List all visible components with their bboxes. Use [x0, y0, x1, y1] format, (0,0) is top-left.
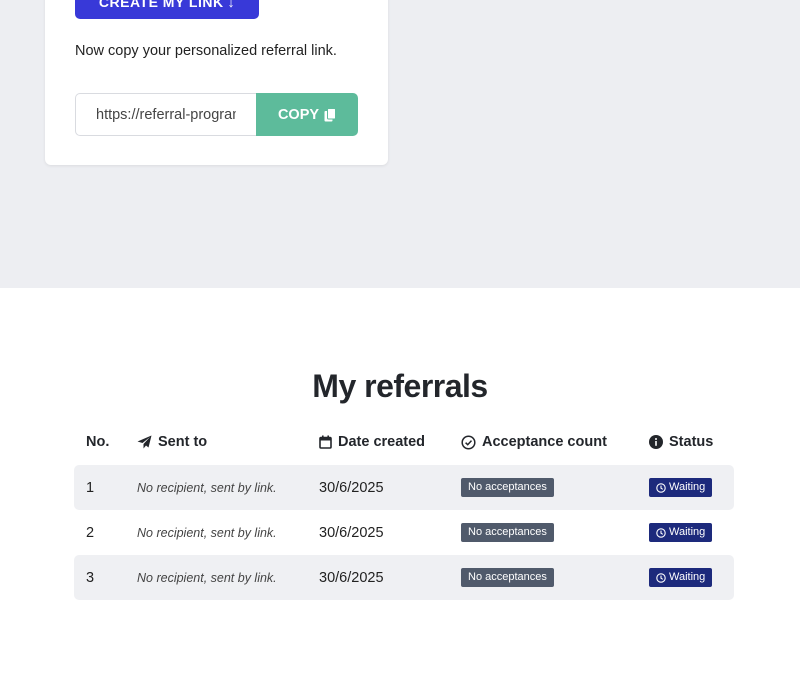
check-circle-icon — [461, 434, 476, 450]
column-header-status: Status — [649, 434, 713, 450]
column-label-status: Status — [669, 434, 714, 450]
column-label-acceptance-count: Acceptance count — [482, 434, 607, 450]
copy-button[interactable]: COPY — [256, 93, 358, 136]
status-badge: Waiting — [649, 478, 713, 497]
row-date: 30/6/2025 — [319, 524, 384, 541]
table-row: 3 No recipient, sent by link. 30/6/2025 … — [74, 555, 734, 600]
acceptance-badge: No acceptances — [461, 568, 554, 587]
column-header-sent-to: Sent to — [137, 434, 207, 450]
copy-icon — [324, 107, 337, 122]
acceptance-badge: No acceptances — [461, 523, 554, 542]
row-date: 30/6/2025 — [319, 479, 384, 496]
create-my-link-label: CREATE MY LINK — [98, 0, 224, 10]
copy-button-label: COPY — [277, 106, 320, 123]
row-status: Waiting — [649, 510, 713, 555]
referral-link-card: CREATE MY LINK ↓ Now copy your personaliz… — [45, 0, 388, 165]
clock-icon — [656, 482, 666, 493]
column-label-no: No. — [86, 434, 110, 450]
create-my-link-button[interactable]: CREATE MY LINK ↓ — [75, 0, 259, 19]
row-recipient: No recipient, sent by link. — [137, 525, 277, 540]
row-acceptance: No acceptances — [461, 555, 554, 600]
column-label-date-created: Date created — [338, 434, 426, 450]
status-label: Waiting — [669, 571, 706, 583]
info-circle-icon — [649, 435, 663, 449]
column-header-date-created: Date created — [319, 434, 425, 450]
paper-plane-icon — [137, 435, 152, 449]
row-acceptance: No acceptances — [461, 510, 554, 555]
referral-link-input[interactable] — [75, 93, 256, 136]
column-header-acceptance-count: Acceptance count — [461, 434, 607, 450]
status-label: Waiting — [669, 481, 706, 493]
row-recipient: No recipient, sent by link. — [137, 570, 277, 585]
table-row: 1 No recipient, sent by link. 30/6/2025 … — [74, 465, 734, 510]
row-date: 30/6/2025 — [319, 569, 384, 586]
column-label-sent-to: Sent to — [158, 434, 208, 450]
row-recipient: No recipient, sent by link. — [137, 480, 277, 495]
table-header: No. Sent to Date created Acceptance coun… — [74, 420, 734, 465]
row-number: 2 — [86, 524, 95, 541]
status-badge: Waiting — [649, 568, 713, 587]
page-title: My referrals — [312, 368, 488, 404]
acceptance-badge: No acceptances — [461, 478, 554, 497]
row-number: 3 — [86, 569, 95, 586]
clock-icon — [656, 527, 666, 538]
clock-icon — [656, 572, 666, 583]
column-header-no: No. — [86, 434, 109, 450]
arrow-down-icon: ↓ — [227, 0, 236, 10]
status-badge: Waiting — [649, 523, 713, 542]
table-row: 2 No recipient, sent by link. 30/6/2025 … — [74, 510, 734, 555]
row-status: Waiting — [649, 555, 713, 600]
row-acceptance: No acceptances — [461, 465, 554, 510]
row-number: 1 — [86, 479, 95, 496]
copy-instructions: Now copy your personalized referral link… — [75, 43, 337, 59]
status-label: Waiting — [669, 526, 706, 538]
row-status: Waiting — [649, 465, 713, 510]
calendar-icon — [319, 435, 332, 449]
referrals-table: No. Sent to Date created Acceptance coun… — [74, 420, 734, 600]
